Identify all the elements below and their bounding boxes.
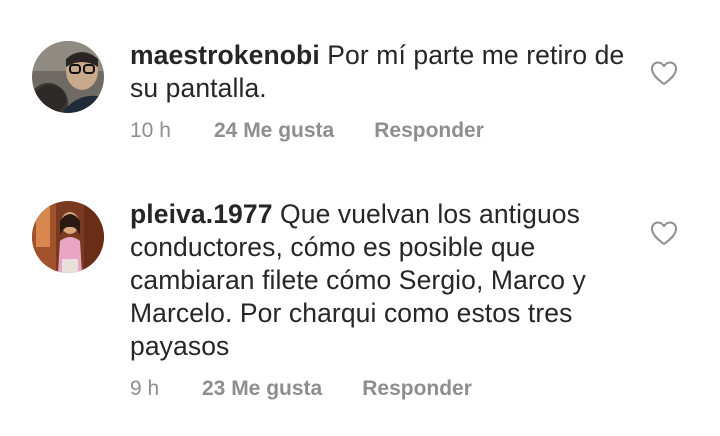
reply-button[interactable]: Responder [374,118,484,144]
avatar[interactable] [32,41,104,113]
comment-text-block: maestrokenobi Por mí parte me retiro de … [130,39,630,105]
comment-likes-count[interactable]: 24 Me gusta [214,118,334,144]
reply-button[interactable]: Responder [362,376,472,402]
heart-outline-icon[interactable] [650,220,678,246]
comment-username[interactable]: maestrokenobi [130,40,320,70]
avatar[interactable] [32,201,104,273]
comment-likes-count[interactable]: 23 Me gusta [202,376,322,402]
comment-username[interactable]: pleiva.1977 [130,199,273,229]
comment-meta: 10 h 24 Me gusta Responder [130,118,484,144]
comment-timestamp: 9 h [130,377,160,400]
comment-meta: 9 h 23 Me gusta Responder [130,376,472,402]
comment-timestamp: 10 h [130,119,171,142]
comment-text-block: pleiva.1977 Que vuelvan los antiguos con… [130,198,630,363]
heart-outline-icon[interactable] [650,60,678,86]
